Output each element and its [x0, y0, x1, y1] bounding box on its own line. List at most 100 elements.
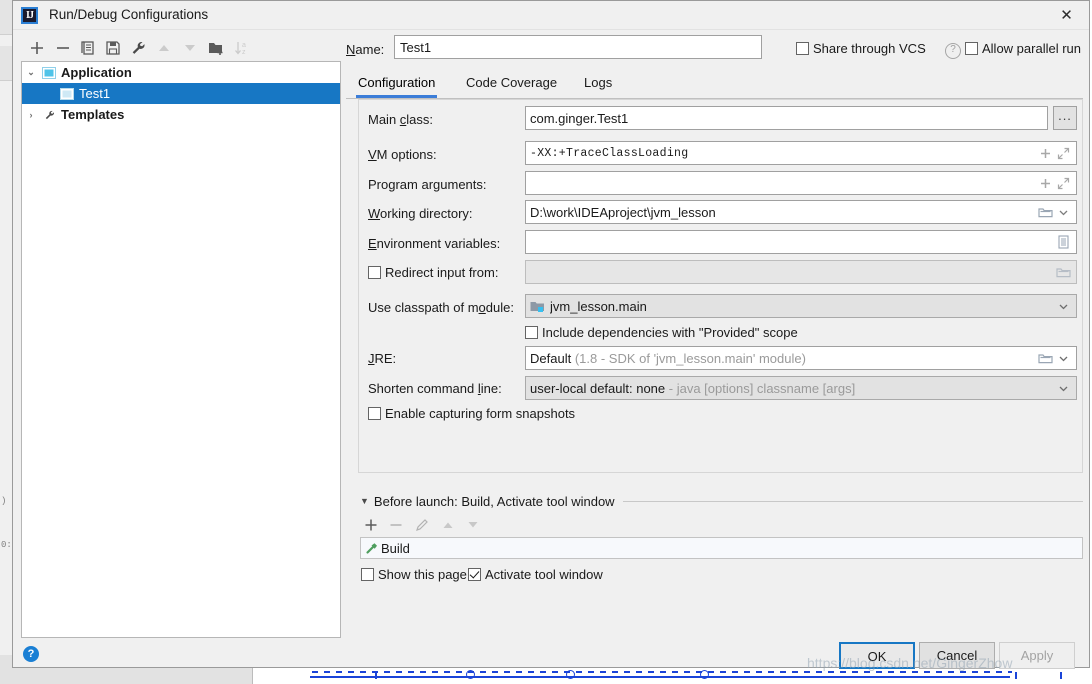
chevron-down-icon[interactable]: ⌄	[22, 67, 40, 78]
before-launch-title: Before launch: Build, Activate tool wind…	[374, 494, 615, 509]
move-up-button[interactable]	[154, 38, 174, 58]
add-configuration-button[interactable]	[27, 38, 47, 58]
dropdown-icon[interactable]	[1054, 378, 1072, 398]
checkbox-box	[368, 266, 381, 279]
activate-tool-window-label: Activate tool window	[485, 567, 603, 582]
background-dotted-line	[312, 671, 1012, 673]
dialog-titlebar: IJ Run/Debug Configurations ✕	[13, 1, 1089, 30]
configuration-name-input[interactable]	[394, 35, 762, 59]
browse-folder-icon[interactable]	[1036, 202, 1054, 222]
jre-combo[interactable]: Default (1.8 - SDK of 'jvm_lesson.main' …	[525, 346, 1077, 370]
main-class-browse-button[interactable]: ...	[1053, 106, 1077, 130]
tree-node-label: Templates	[58, 107, 124, 122]
insert-macro-icon[interactable]	[1036, 143, 1054, 163]
checkbox-box	[796, 42, 809, 55]
tree-node-label: Application	[58, 65, 132, 80]
run-debug-configurations-dialog: IJ Run/Debug Configurations ✕	[12, 0, 1090, 668]
vm-options-value: -XX:+TraceClassLoading	[530, 147, 1036, 160]
task-item-build[interactable]: Build	[361, 538, 1082, 558]
application-icon	[40, 65, 58, 81]
ok-button[interactable]: OK	[839, 642, 915, 669]
working-directory-field[interactable]: D:\work\IDEAproject\jvm_lesson	[525, 200, 1077, 224]
configuration-tabs: Configuration Code Coverage Logs	[346, 71, 1083, 99]
vm-options-field[interactable]: -XX:+TraceClassLoading	[525, 141, 1077, 165]
apply-button[interactable]: Apply	[999, 642, 1075, 669]
before-launch-toolbar	[361, 513, 561, 537]
folder-add-icon[interactable]	[206, 38, 226, 58]
program-arguments-field[interactable]	[525, 171, 1077, 195]
pencil-icon[interactable]	[412, 515, 432, 535]
sort-alpha-icon[interactable]: az	[232, 38, 252, 58]
use-classpath-module-label: Use classpath of module:	[368, 300, 514, 315]
activate-tool-window-checkbox[interactable]: Activate tool window	[468, 567, 603, 582]
add-task-button[interactable]	[361, 515, 381, 535]
background-tick	[1060, 672, 1062, 679]
tab-configuration[interactable]: Configuration	[356, 71, 437, 98]
redirect-input-label: Redirect input from:	[385, 265, 498, 280]
shorten-value-hint: - java [options] classname [args]	[665, 381, 855, 396]
expand-editor-icon[interactable]	[1054, 173, 1072, 193]
background-tick	[1015, 672, 1017, 679]
tab-logs[interactable]: Logs	[582, 71, 614, 98]
remove-configuration-button[interactable]	[53, 38, 73, 58]
tree-node-templates[interactable]: › Templates	[22, 104, 340, 125]
help-icon[interactable]: ?	[23, 646, 39, 662]
configurations-tree[interactable]: ⌄ Application › Test1 › Templates	[21, 61, 341, 638]
env-editor-icon[interactable]	[1054, 232, 1072, 252]
expand-editor-icon[interactable]	[1054, 143, 1072, 163]
history-dropdown-icon[interactable]	[1054, 202, 1072, 222]
share-vcs-help-icon[interactable]: ?	[945, 43, 961, 59]
checkbox-box	[368, 407, 381, 420]
chevron-right-icon[interactable]: ›	[22, 110, 40, 120]
environment-variables-label: Environment variables:	[368, 236, 500, 251]
close-icon[interactable]: ✕	[1044, 1, 1089, 30]
move-task-up-button[interactable]	[438, 515, 458, 535]
use-classpath-module-combo[interactable]: jvm_lesson.main	[525, 294, 1077, 318]
tab-code-coverage[interactable]: Code Coverage	[464, 71, 559, 98]
wrench-icon	[40, 107, 58, 123]
cancel-button[interactable]: Cancel	[919, 642, 995, 669]
share-through-vcs-checkbox[interactable]: Share through VCS	[796, 41, 926, 56]
move-task-down-button[interactable]	[463, 515, 483, 535]
redirect-input-checkbox[interactable]: Redirect input from:	[368, 265, 498, 280]
intellij-idea-icon: IJ	[21, 7, 38, 24]
save-configuration-button[interactable]	[103, 38, 123, 58]
before-launch-header: ▼ Before launch: Build, Activate tool wi…	[360, 493, 1083, 509]
enable-form-snapshots-label: Enable capturing form snapshots	[385, 406, 575, 421]
insert-macro-icon[interactable]	[1036, 173, 1054, 193]
move-down-button[interactable]	[180, 38, 200, 58]
main-class-label: Main class:	[368, 112, 433, 127]
redirect-input-field[interactable]	[525, 260, 1077, 284]
tree-node-test1[interactable]: › Test1	[22, 83, 340, 104]
main-class-field[interactable]: com.ginger.Test1	[525, 106, 1048, 130]
browse-folder-icon[interactable]	[1036, 348, 1054, 368]
tree-node-application[interactable]: ⌄ Application	[22, 62, 340, 83]
enable-form-snapshots-checkbox[interactable]: Enable capturing form snapshots	[368, 406, 575, 421]
before-launch-task-list[interactable]: Build	[360, 537, 1083, 559]
browse-folder-icon[interactable]	[1054, 262, 1072, 282]
screen-root: ) 0: IJ Run/Debug Configurations ✕	[0, 0, 1092, 684]
tree-node-label: Test1	[76, 86, 110, 101]
remove-task-button[interactable]	[386, 515, 406, 535]
wrench-icon[interactable]	[128, 38, 148, 58]
vm-options-label: VM options:	[368, 147, 437, 162]
jre-value-main: Default	[530, 351, 571, 366]
svg-text:a: a	[242, 42, 246, 49]
background-gutter-text: 0:	[1, 540, 12, 550]
show-this-page-checkbox[interactable]: Show this page	[361, 567, 467, 582]
main-class-value: com.ginger.Test1	[530, 111, 1043, 126]
shorten-command-line-combo[interactable]: user-local default: none - java [options…	[525, 376, 1077, 400]
copy-configuration-button[interactable]	[78, 38, 98, 58]
include-provided-scope-checkbox[interactable]: Include dependencies with "Provided" sco…	[525, 325, 798, 340]
svg-text:z: z	[242, 49, 246, 56]
background-marker	[700, 670, 709, 679]
run-config-icon	[58, 86, 76, 102]
dropdown-icon[interactable]	[1054, 348, 1072, 368]
shorten-value-main: user-local default: none	[530, 381, 665, 396]
environment-variables-field[interactable]	[525, 230, 1077, 254]
module-icon	[530, 300, 550, 313]
allow-parallel-run-checkbox[interactable]: Allow parallel run	[965, 41, 1081, 56]
dropdown-icon[interactable]	[1054, 296, 1072, 316]
before-launch-rule	[623, 501, 1083, 502]
collapse-arrow-icon[interactable]: ▼	[360, 496, 369, 506]
